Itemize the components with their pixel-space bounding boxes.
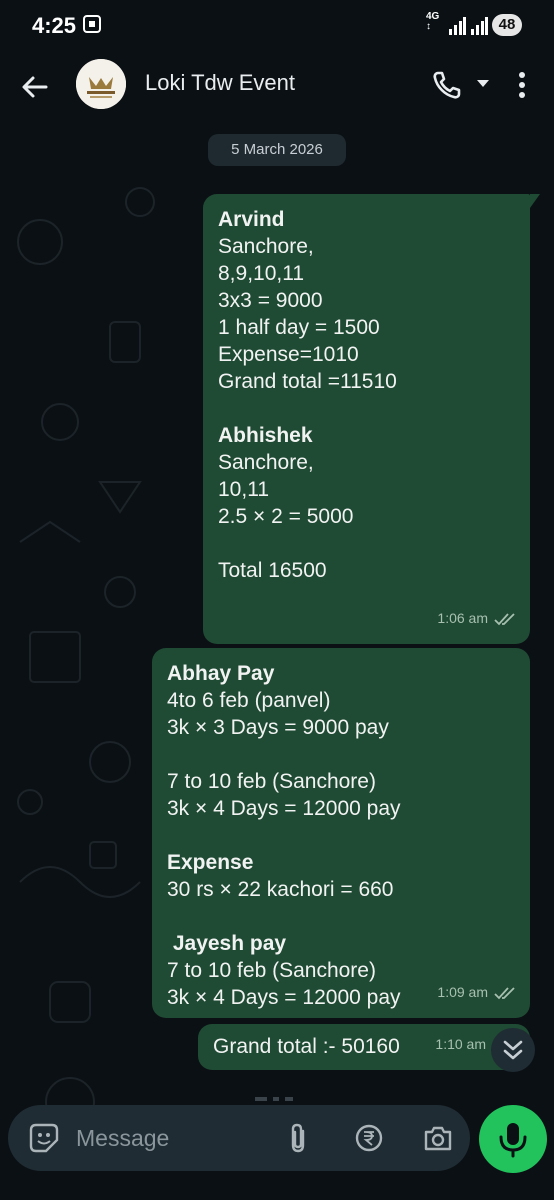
microphone-icon xyxy=(499,1123,527,1158)
message-heading: Arvind xyxy=(218,208,285,231)
scroll-to-bottom-button[interactable] xyxy=(491,1028,535,1072)
message-body: Sanchore, 8,9,10,11 3x3 = 9000 1 half da… xyxy=(218,235,397,393)
sticker-emoji-icon[interactable] xyxy=(28,1122,60,1154)
network-type: 4G ↕ xyxy=(426,11,440,32)
camera-icon[interactable] xyxy=(422,1123,454,1153)
outgoing-message[interactable]: Grand total :- 50160 1:10 am xyxy=(198,1024,530,1070)
message-heading: Abhay Pay xyxy=(167,662,275,685)
voice-call-icon[interactable] xyxy=(430,68,464,102)
outgoing-message[interactable]: Abhay Pay 4to 6 feb (panvel) 3k × 3 Days… xyxy=(152,648,530,1018)
attach-paperclip-icon[interactable] xyxy=(286,1122,310,1154)
message-composer: Message xyxy=(8,1105,470,1171)
date-chip: 5 March 2026 xyxy=(208,134,346,166)
message-time: 1:06 am xyxy=(437,610,488,626)
message-heading: Jayesh pay xyxy=(167,932,287,955)
double-check-icon xyxy=(494,986,515,999)
clock: 4:25 xyxy=(32,13,77,38)
message-text: Grand total :- 50160 xyxy=(213,1035,400,1058)
double-check-icon xyxy=(494,612,515,625)
message-time: 1:09 am xyxy=(437,984,488,1000)
outgoing-message[interactable]: Arvind Sanchore, 8,9,10,11 3x3 = 9000 1 … xyxy=(203,194,530,644)
dream-weavers-logo xyxy=(76,59,126,109)
message-meta: 1:10 am xyxy=(435,1031,486,1058)
message-time: 1:10 am xyxy=(435,1036,486,1052)
signal-icon-2 xyxy=(471,17,488,35)
chat-header: Loki Tdw Event xyxy=(0,52,554,122)
message-meta: 1:06 am xyxy=(437,605,516,632)
message-text: Abhay Pay 4to 6 feb (panvel) 3k × 3 Days… xyxy=(167,660,401,1011)
message-body: 4to 6 feb (panvel) 3k × 3 Days = 9000 pa… xyxy=(167,689,401,820)
message-list[interactable]: 5 March 2026 Arvind Sanchore, 8,9,10,11 … xyxy=(0,122,554,1200)
back-arrow-icon[interactable] xyxy=(18,70,52,104)
message-body: Sanchore, 10,11 2.5 × 2 = 5000 Total 165… xyxy=(218,451,354,582)
signal-icon xyxy=(449,17,466,35)
voice-message-button[interactable] xyxy=(479,1105,547,1173)
avatar[interactable] xyxy=(76,59,126,109)
message-heading: Abhishek xyxy=(218,424,313,447)
payment-rupee-icon[interactable] xyxy=(354,1123,384,1153)
bubble-tail xyxy=(530,194,540,208)
message-meta: 1:09 am xyxy=(437,979,516,1006)
screenshot-icon xyxy=(83,15,101,33)
partial-message-indicator xyxy=(255,1097,293,1101)
message-text: Arvind Sanchore, 8,9,10,11 3x3 = 9000 1 … xyxy=(218,206,397,584)
message-body: 30 rs × 22 kachori = 660 xyxy=(167,878,394,901)
message-heading: Expense xyxy=(167,851,254,874)
more-options-icon[interactable] xyxy=(510,68,534,102)
message-body: 7 to 10 feb (Sanchore) 3k × 4 Days = 120… xyxy=(167,959,401,1009)
battery-indicator: 48 xyxy=(492,14,522,36)
contact-name[interactable]: Loki Tdw Event xyxy=(145,70,295,96)
chevron-down-icon[interactable] xyxy=(475,78,491,90)
status-bar: 4:25 4G ↕ 48 xyxy=(0,0,554,52)
message-input[interactable]: Message xyxy=(76,1125,169,1152)
double-chevron-down-icon xyxy=(503,1040,523,1060)
